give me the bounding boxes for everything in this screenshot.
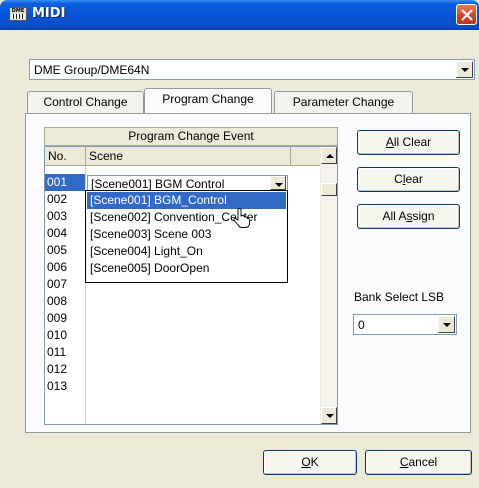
window-title: MIDI: [32, 6, 66, 21]
close-button[interactable]: [456, 4, 477, 25]
table-row-number[interactable]: 006: [45, 259, 85, 276]
column-header-scene[interactable]: Scene: [86, 147, 291, 166]
dropdown-option[interactable]: [Scene005] DoorOpen: [87, 260, 286, 277]
table-row-number[interactable]: 003: [45, 208, 85, 225]
all-clear-button[interactable]: All Clear: [357, 130, 460, 155]
table-row-number[interactable]: 012: [45, 361, 85, 378]
table-row-number[interactable]: 013: [45, 378, 85, 395]
bank-select-value: 0: [358, 318, 365, 332]
dropdown-option[interactable]: [Scene001] BGM_Control: [87, 192, 286, 209]
column-header-extra[interactable]: [291, 147, 322, 166]
table-scrollbar[interactable]: [320, 147, 337, 424]
tab-control-change[interactable]: Control Change: [27, 91, 144, 113]
bank-select-label: Bank Select LSB: [354, 290, 445, 304]
table-row-number[interactable]: 009: [45, 310, 85, 327]
scroll-down-icon[interactable]: [321, 407, 337, 424]
hand-cursor-icon: [233, 208, 250, 228]
chevron-down-icon[interactable]: [270, 176, 286, 190]
scene-dropdown-list[interactable]: [Scene001] BGM_Control [Scene002] Conven…: [85, 190, 288, 283]
dropdown-option[interactable]: [Scene002] Convention_Center: [87, 209, 286, 226]
tab-program-change[interactable]: Program Change: [144, 88, 272, 113]
table-row-number[interactable]: 011: [45, 344, 85, 361]
table-row-number[interactable]: 004: [45, 225, 85, 242]
all-assign-button[interactable]: All Assign: [357, 204, 460, 229]
row-scene-value: [Scene001] BGM Control: [91, 177, 225, 191]
clear-button[interactable]: Clear: [357, 167, 460, 192]
cancel-button[interactable]: Cancel: [365, 450, 472, 475]
table-row-number[interactable]: 002: [45, 191, 85, 208]
device-select-value: DME Group/DME64N: [34, 63, 150, 77]
chevron-down-icon[interactable]: [438, 316, 455, 333]
close-icon: [461, 9, 473, 21]
dropdown-option[interactable]: [Scene003] Scene 003: [87, 226, 286, 243]
title-bar: DME MIDI: [0, 0, 479, 30]
chevron-down-icon[interactable]: [456, 61, 473, 78]
table-row-number[interactable]: 007: [45, 276, 85, 293]
ok-button[interactable]: OK: [263, 450, 357, 475]
scroll-up-icon[interactable]: [321, 147, 337, 164]
column-header-no[interactable]: No.: [45, 147, 86, 166]
scroll-thumb[interactable]: [321, 183, 337, 196]
table-row-number[interactable]: 001: [45, 174, 85, 191]
table-row-number[interactable]: 008: [45, 293, 85, 310]
table-row-number[interactable]: 005: [45, 242, 85, 259]
program-change-event-header: Program Change Event: [44, 127, 338, 146]
tab-parameter-change[interactable]: Parameter Change: [274, 91, 413, 113]
program-change-table[interactable]: No. Scene 001 002 003 004 005 006 007 008 009 010…: [44, 146, 338, 425]
dropdown-option[interactable]: [Scene004] Light_On: [87, 243, 286, 260]
device-select[interactable]: DME Group/DME64N: [29, 59, 475, 80]
table-row-number[interactable]: 010: [45, 327, 85, 344]
midi-app-icon: DME: [9, 7, 27, 21]
bank-select-lsb[interactable]: 0: [353, 314, 457, 335]
